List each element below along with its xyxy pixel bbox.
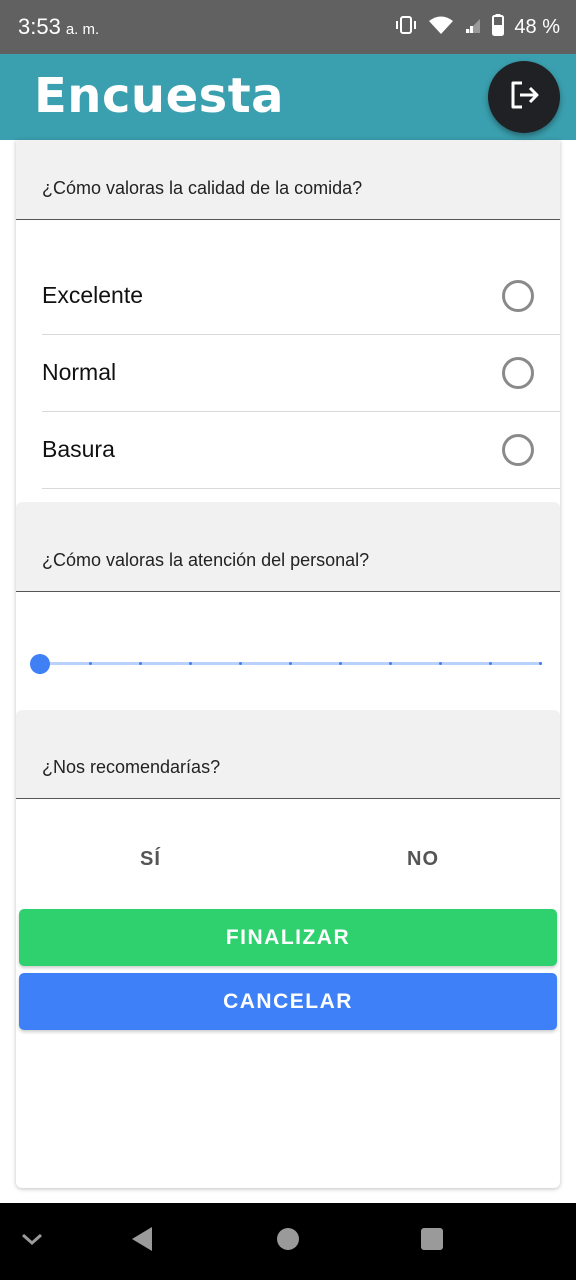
slider-tick bbox=[189, 662, 192, 665]
vibrate-icon bbox=[394, 15, 418, 40]
slider-tick bbox=[289, 662, 292, 665]
slider-tick bbox=[539, 662, 542, 665]
radio-button[interactable] bbox=[502, 434, 534, 466]
app-title: Encuesta bbox=[34, 68, 285, 124]
status-time-ampm: a. m. bbox=[65, 21, 100, 38]
cancel-button[interactable]: CANCELAR bbox=[19, 973, 557, 1030]
home-icon bbox=[276, 1227, 300, 1256]
nav-home-button[interactable] bbox=[268, 1203, 308, 1280]
status-bar: 3:53 a. m. 48 % bbox=[0, 0, 576, 54]
survey-card: ¿Cómo valoras la calidad de la comida? E… bbox=[16, 140, 560, 1188]
slider-thumb[interactable] bbox=[30, 654, 50, 674]
back-icon bbox=[130, 1226, 154, 1257]
slider-tick bbox=[489, 662, 492, 665]
battery-percent: 48 % bbox=[514, 16, 560, 38]
wifi-icon bbox=[428, 15, 454, 40]
question-1-text: ¿Cómo valoras la calidad de la comida? bbox=[42, 178, 363, 198]
rating-slider[interactable] bbox=[30, 650, 542, 678]
radio-option-basura[interactable]: Basura bbox=[42, 412, 560, 489]
question-2-text: ¿Cómo valoras la atención del personal? bbox=[42, 550, 370, 570]
radio-label: Basura bbox=[42, 436, 115, 462]
slider-tick bbox=[89, 662, 92, 665]
slider-tick bbox=[339, 662, 342, 665]
radio-option-normal[interactable]: Normal bbox=[42, 335, 560, 412]
status-icons: 48 % bbox=[394, 14, 560, 41]
slider-tick bbox=[139, 662, 142, 665]
slider-tick bbox=[239, 662, 242, 665]
radio-option-excelente[interactable]: Excelente bbox=[42, 258, 560, 335]
choice-yes-button[interactable]: SÍ bbox=[140, 848, 161, 871]
battery-icon bbox=[492, 14, 505, 41]
question-1-header: ¿Cómo valoras la calidad de la comida? bbox=[16, 140, 560, 220]
slider-tick bbox=[439, 662, 442, 665]
slider-tick bbox=[389, 662, 392, 665]
question-3-header: ¿Nos recomendarías? bbox=[16, 710, 560, 799]
logout-button[interactable] bbox=[488, 61, 560, 133]
radio-button[interactable] bbox=[502, 280, 534, 312]
nav-recents-button[interactable] bbox=[412, 1203, 452, 1280]
question-2-header: ¿Cómo valoras la atención del personal? bbox=[16, 502, 560, 592]
question-3-text: ¿Nos recomendarías? bbox=[42, 757, 221, 777]
status-time-value: 3:53 bbox=[18, 14, 61, 39]
radio-button[interactable] bbox=[502, 357, 534, 389]
logout-icon bbox=[506, 77, 542, 118]
status-time: 3:53 a. m. bbox=[18, 14, 99, 40]
radio-label: Excelente bbox=[42, 282, 144, 308]
choice-no-button[interactable]: NO bbox=[407, 848, 439, 871]
navigation-bar bbox=[0, 1203, 576, 1280]
signal-icon bbox=[464, 15, 482, 40]
nav-collapse-button[interactable] bbox=[12, 1203, 52, 1280]
nav-back-button[interactable] bbox=[122, 1203, 162, 1280]
recents-icon bbox=[420, 1227, 444, 1256]
finish-button[interactable]: FINALIZAR bbox=[19, 909, 557, 966]
chevron-down-icon bbox=[20, 1231, 44, 1252]
radio-label: Normal bbox=[42, 359, 117, 385]
